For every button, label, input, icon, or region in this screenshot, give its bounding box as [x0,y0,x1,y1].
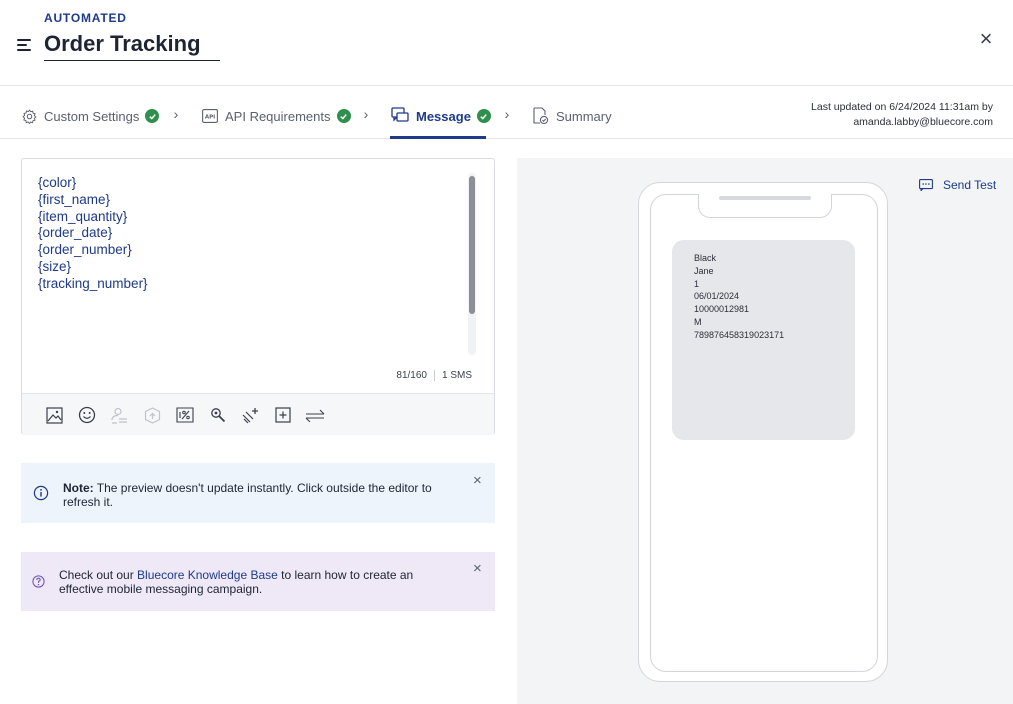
editor-line: {tracking_number} [38,275,148,291]
summary-icon [531,107,549,125]
close-button[interactable]: × [976,28,996,50]
editor-line: {order_number} [38,242,132,258]
step-label: Summary [556,108,612,124]
editor-line: {order_date} [38,225,113,241]
chevron-right-icon: › [504,106,510,122]
product-icon[interactable] [142,405,162,425]
shorten-icon[interactable] [305,405,325,425]
knowledge-base-link[interactable]: Bluecore Knowledge Base [137,568,278,582]
image-icon[interactable] [44,405,64,425]
dismiss-kb-button[interactable]: × [473,560,482,577]
step-api-requirements[interactable]: API API Requirements [202,106,351,126]
wizard-stepper: Custom Settings › API API Requirements ›… [0,87,1013,139]
step-summary[interactable]: Summary [531,106,612,126]
editor-toolbar [22,393,494,435]
zoom-link-icon[interactable] [208,405,228,425]
discount-icon[interactable] [175,405,195,425]
phone-frame: Black Jane 1 06/01/2024 10000012981 M 78… [638,182,888,682]
editor-scrollbar[interactable] [468,173,476,355]
check-circle-icon [145,109,160,123]
last-updated-info: Last updated on 6/24/2024 11:31am by ama… [811,101,993,128]
send-test-label: Send Test [943,178,997,192]
editor-line: {size} [38,258,72,274]
sms-bubble: Black Jane 1 06/01/2024 10000012981 M 78… [672,240,855,440]
page-title[interactable]: Order Tracking [44,31,220,61]
check-circle-icon [336,109,351,123]
preview-note-banner: Note: The preview doesn't update instant… [21,463,495,523]
insert-block-icon[interactable] [273,405,293,425]
api-icon: API [202,108,218,124]
check-circle-icon [476,109,491,123]
step-message[interactable]: Message [391,106,491,126]
chevron-right-icon: › [173,106,179,122]
emoji-icon[interactable] [77,405,97,425]
note-message: Note: The preview doesn't update instant… [63,481,432,509]
step-custom-settings[interactable]: Custom Settings [21,106,160,126]
active-step-indicator [390,136,486,139]
personalize-icon[interactable] [109,405,129,425]
phone-notch [698,194,832,218]
info-icon [33,485,49,501]
dismiss-note-button[interactable]: × [473,472,482,489]
sms-count: 1 SMS [441,370,472,381]
knowledge-base-message: Check out our Bluecore Knowledge Base to… [59,568,414,596]
knowledge-base-banner: Check out our Bluecore Knowledge Base to… [21,552,495,611]
step-label: Custom Settings [44,108,140,124]
phone-screen: Black Jane 1 06/01/2024 10000012981 M 78… [650,194,878,672]
help-icon [32,575,45,588]
chevron-right-icon: › [363,106,369,122]
message-editor[interactable]: {color} {first_name} {item_quantity} {or… [21,158,495,435]
step-label: Message [416,108,471,124]
scrollbar-thumb[interactable] [469,176,475,314]
character-counter: 81/160 1 SMS [396,370,472,381]
editor-line: {color} [38,175,77,190]
sms-preview-pane: Send Test Black Jane 1 06/01/2024 100000… [517,158,1013,704]
editor-line: {first_name} [38,191,111,207]
editor-content[interactable]: {color} {first_name} {item_quantity} {or… [38,175,148,293]
svg-text:API: API [205,114,215,120]
message-icon [391,107,409,125]
sms-message: Black Jane 1 06/01/2024 10000012981 M 78… [694,253,785,340]
send-test-button[interactable]: Send Test [919,178,996,192]
gear-icon [21,108,37,124]
step-label: API Requirements [225,108,331,124]
menu-icon[interactable] [17,38,33,52]
campaign-type-label: AUTOMATED [44,11,127,25]
message-dots-icon [919,179,933,192]
link-icon[interactable] [240,405,260,425]
editor-line: {item_quantity} [38,208,128,224]
char-count: 81/160 [396,370,427,381]
page-header: AUTOMATED Order Tracking × [0,0,1013,86]
